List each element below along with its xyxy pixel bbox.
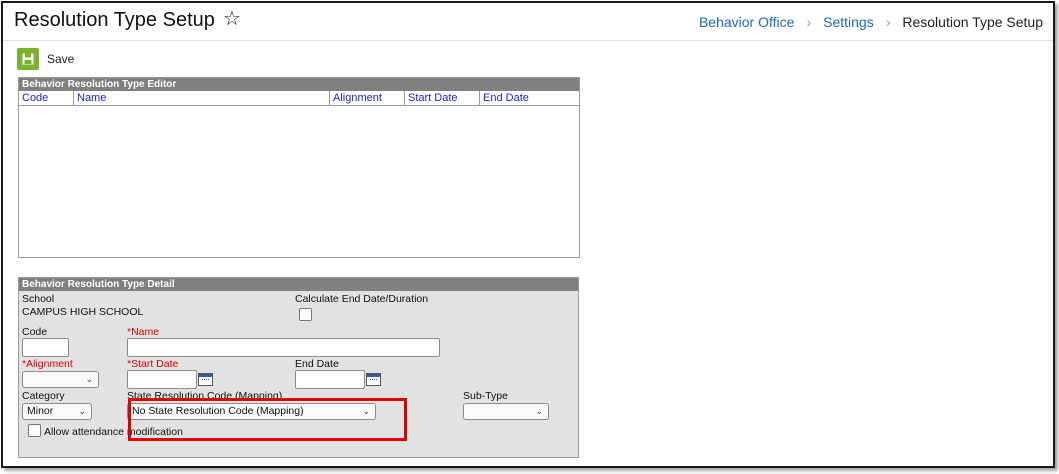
editor-title: Behavior Resolution Type Editor (19, 78, 579, 91)
breadcrumb-current: Resolution Type Setup (902, 14, 1043, 30)
school-value: CAMPUS HIGH SCHOOL (22, 306, 144, 318)
allow-attendance-modification-label: Allow attendance modification (44, 426, 183, 438)
chevron-right-icon: › (885, 14, 891, 30)
star-icon[interactable]: ☆ (223, 9, 241, 29)
resolution-type-detail: Behavior Resolution Type Detail School C… (18, 277, 579, 458)
page-header: Resolution Type Setup ☆ Behavior Office … (3, 3, 1053, 41)
chevron-down-icon: ⌄ (362, 406, 370, 416)
chevron-down-icon: ⌄ (85, 374, 93, 384)
breadcrumb-settings[interactable]: Settings (823, 14, 874, 30)
detail-title: Behavior Resolution Type Detail (19, 278, 578, 291)
resolution-type-editor: Behavior Resolution Type Editor Code Nam… (18, 77, 580, 258)
calendar-icon[interactable] (366, 373, 381, 386)
app-window: Resolution Type Setup ☆ Behavior Office … (1, 1, 1055, 468)
state-resolution-code-select[interactable]: No State Resolution Code (Mapping) ⌄ (127, 403, 376, 420)
start-date-input[interactable] (127, 370, 197, 389)
column-start-date[interactable]: Start Date (405, 91, 480, 105)
editor-list-area[interactable] (19, 106, 579, 257)
sub-type-select[interactable]: ⌄ (463, 403, 549, 420)
name-label: *Name (127, 326, 160, 338)
editor-column-headers: Code Name Alignment Start Date End Date (19, 91, 579, 106)
state-resolution-code-label: State Resolution Code (Mapping) (127, 390, 283, 402)
breadcrumb: Behavior Office › Settings › Resolution … (699, 14, 1043, 30)
end-date-input[interactable] (295, 370, 365, 389)
end-date-label: End Date (295, 358, 339, 370)
school-label: School (22, 293, 55, 305)
allow-attendance-modification-checkbox[interactable] (28, 424, 41, 437)
chevron-right-icon: › (806, 14, 812, 30)
chevron-down-icon: ⌄ (535, 406, 543, 416)
column-code[interactable]: Code (19, 91, 74, 105)
breadcrumb-behavior-office[interactable]: Behavior Office (699, 14, 794, 30)
category-label: Category (22, 390, 65, 402)
chevron-down-icon: ⌄ (78, 406, 86, 416)
save-label: Save (47, 52, 75, 66)
save-button[interactable]: Save (17, 48, 74, 70)
start-date-label: *Start Date (127, 358, 179, 370)
code-label: Code (22, 326, 48, 338)
calculate-end-date-checkbox[interactable] (299, 308, 312, 321)
alignment-select[interactable]: ⌄ (22, 371, 99, 388)
main-content: Save Behavior Resolution Type Editor Cod… (3, 42, 1053, 466)
name-input[interactable] (127, 338, 440, 357)
code-input[interactable] (22, 338, 69, 357)
column-name[interactable]: Name (74, 91, 330, 105)
page-title: Resolution Type Setup (14, 9, 215, 31)
sub-type-label: Sub-Type (463, 390, 508, 402)
category-select[interactable]: Minor ⌄ (22, 403, 92, 420)
calculate-end-date-label: Calculate End Date/Duration (295, 293, 429, 305)
column-alignment[interactable]: Alignment (330, 91, 405, 105)
floppy-disk-icon (17, 48, 39, 70)
column-end-date[interactable]: End Date (480, 91, 579, 105)
alignment-label: *Alignment (22, 358, 73, 370)
calendar-icon[interactable] (198, 373, 213, 386)
